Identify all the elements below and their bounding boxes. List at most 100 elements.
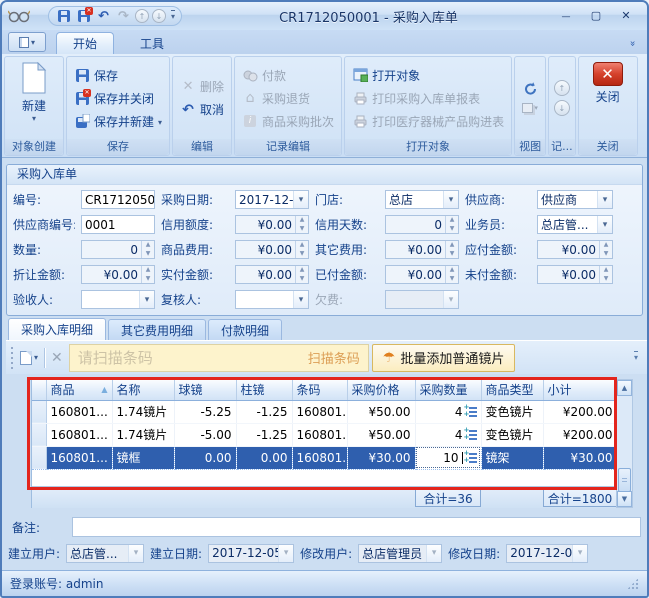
col-barcode[interactable]: 条码 <box>292 379 348 401</box>
created-date-label: 建立日期: <box>150 546 203 561</box>
cancel-button[interactable]: 取消 <box>176 98 228 121</box>
save-close-icon[interactable] <box>75 7 93 24</box>
grid-empty-area[interactable] <box>32 469 616 487</box>
discount-stepper[interactable]: ¥0.00 <box>81 265 155 284</box>
paid-actual-stepper[interactable]: ¥0.00 <box>235 265 309 284</box>
chevron-down-icon <box>597 216 612 233</box>
scrollbar-thumb[interactable] <box>618 468 631 492</box>
col-sphere[interactable]: 球镜 <box>174 379 237 401</box>
qty-edit-cell[interactable]: 10 <box>415 446 482 470</box>
tab-start[interactable]: 开始 <box>56 32 115 54</box>
window-controls <box>555 8 641 24</box>
field-label-paid-actual: 实付金额: <box>161 268 214 282</box>
credit-limit-stepper[interactable]: ¥0.00 <box>235 215 309 234</box>
umbrella-icon <box>383 350 396 366</box>
save-icon[interactable] <box>55 8 72 24</box>
scan-placeholder: 请扫描条码 <box>77 349 153 367</box>
app-menu-button[interactable] <box>8 32 46 52</box>
batch-numbers-icon[interactable] <box>464 427 477 441</box>
vertical-scrollbar[interactable] <box>616 379 633 508</box>
scroll-down-icon[interactable] <box>617 491 632 507</box>
number-input[interactable]: CR1712050 <box>81 190 155 209</box>
field-label-credit-limit: 信用额度: <box>161 218 214 232</box>
previous-record-icon[interactable] <box>135 9 149 23</box>
chevron-down-icon <box>572 544 588 562</box>
batch-add-lens-button[interactable]: 批量添加普通镜片 <box>371 343 516 372</box>
delete-row-button[interactable] <box>48 347 66 369</box>
add-row-button[interactable] <box>17 347 41 369</box>
barcode-scan-input[interactable]: 请扫描条码 扫描条码 <box>68 343 369 372</box>
chevron-down-icon <box>128 544 144 562</box>
collapse-ribbon-icon[interactable] <box>625 39 641 50</box>
quantity-stepper[interactable]: 0 <box>81 240 155 259</box>
table-row[interactable]: 160801... 1.74镜片 -5.00 -1.25 160801... ¥… <box>32 423 618 447</box>
batch-numbers-icon[interactable] <box>464 450 477 464</box>
payable-stepper[interactable]: ¥0.00 <box>537 240 613 259</box>
save-and-close-button[interactable]: 保存并关闭 <box>70 87 166 110</box>
goods-cost-stepper[interactable]: ¥0.00 <box>235 240 309 259</box>
col-name[interactable]: 名称 <box>112 379 175 401</box>
created-by-select: 总店管... <box>66 543 145 563</box>
inspector-select[interactable] <box>81 290 155 309</box>
reviewer-select[interactable] <box>235 290 309 309</box>
record-up-icon[interactable] <box>553 80 570 96</box>
other-cost-stepper[interactable]: ¥0.00 <box>385 240 459 259</box>
save-button[interactable]: 保存 <box>70 64 166 87</box>
col-product[interactable]: 商品 <box>46 379 113 401</box>
undo-icon[interactable] <box>95 8 112 24</box>
field-label-salesperson: 业务员: <box>465 218 506 232</box>
new-document-icon <box>21 61 47 97</box>
qty-total: 合计=36 <box>415 489 481 507</box>
printer-icon <box>352 113 368 129</box>
open-object-button[interactable]: 打开对象 <box>348 64 508 87</box>
ribbon-tab-row: 开始 工具 <box>2 30 647 54</box>
table-row[interactable]: 160801... 1.74镜片 -5.25 -1.25 160801... ¥… <box>32 400 618 424</box>
chevron-down-icon <box>278 544 294 562</box>
store-select[interactable]: 总店 <box>385 190 459 209</box>
credit-days-stepper[interactable]: 0 <box>385 215 459 234</box>
table-row-selected[interactable]: 160801... 镜框 0.00 0.00 160801... ¥30.00 … <box>32 446 618 470</box>
toolbar-grip[interactable] <box>10 346 14 369</box>
close-form-button[interactable]: 关闭 <box>582 59 634 105</box>
tab-other-cost-detail[interactable]: 其它费用明细 <box>108 319 207 340</box>
ribbon-group-close: 关闭 关闭 <box>577 56 638 156</box>
redo-icon[interactable] <box>115 8 132 24</box>
col-type[interactable]: 商品类型 <box>481 379 544 401</box>
unpaid-stepper[interactable]: ¥0.00 <box>537 265 613 284</box>
new-button[interactable]: 新建 <box>8 59 60 123</box>
salesperson-select[interactable]: 总店管... <box>537 215 613 234</box>
col-cylinder[interactable]: 柱镜 <box>236 379 293 401</box>
remark-input[interactable] <box>72 517 641 537</box>
col-qty[interactable]: 采购数量 <box>415 379 482 401</box>
spinner-arrows <box>445 241 458 258</box>
col-subtotal[interactable]: 小计 <box>543 379 618 401</box>
house-icon <box>242 90 258 106</box>
supplier-number-input[interactable]: 0001 <box>81 215 155 234</box>
supplier-select[interactable]: 供应商 <box>537 190 613 209</box>
close-button[interactable] <box>615 8 637 24</box>
toolbar-overflow-icon[interactable] <box>629 353 643 362</box>
view-layout-button[interactable] <box>518 98 542 118</box>
tab-receipt-detail[interactable]: 采购入库明细 <box>8 318 107 340</box>
modified-by-label: 修改用户: <box>300 546 353 561</box>
tab-tools[interactable]: 工具 <box>124 32 180 54</box>
maximize-button[interactable] <box>585 8 607 24</box>
batch-numbers-icon[interactable] <box>464 404 477 418</box>
qat-overflow-icon[interactable] <box>171 12 175 21</box>
resize-grip[interactable] <box>627 577 639 590</box>
record-down-icon[interactable] <box>553 100 570 116</box>
tab-payment-detail[interactable]: 付款明细 <box>208 319 283 340</box>
purchase-date-picker[interactable]: 2017-12-0 <box>235 190 309 209</box>
field-label-unpaid: 未付金额: <box>465 268 518 282</box>
minimize-button[interactable] <box>555 8 577 24</box>
refresh-button[interactable] <box>518 78 542 98</box>
scan-toolbar: 请扫描条码 扫描条码 批量添加普通镜片 <box>6 340 647 374</box>
col-price[interactable]: 采购价格 <box>347 379 416 401</box>
paid-stepper[interactable]: ¥0.00 <box>385 265 459 284</box>
modified-date-picker: 2017-12-0 <box>506 543 589 563</box>
save-and-new-button[interactable]: 保存并新建 <box>70 110 166 133</box>
window-icon <box>18 36 29 48</box>
spinner-arrows <box>295 241 308 258</box>
scroll-up-icon[interactable] <box>617 380 632 396</box>
next-record-icon[interactable] <box>152 9 166 23</box>
